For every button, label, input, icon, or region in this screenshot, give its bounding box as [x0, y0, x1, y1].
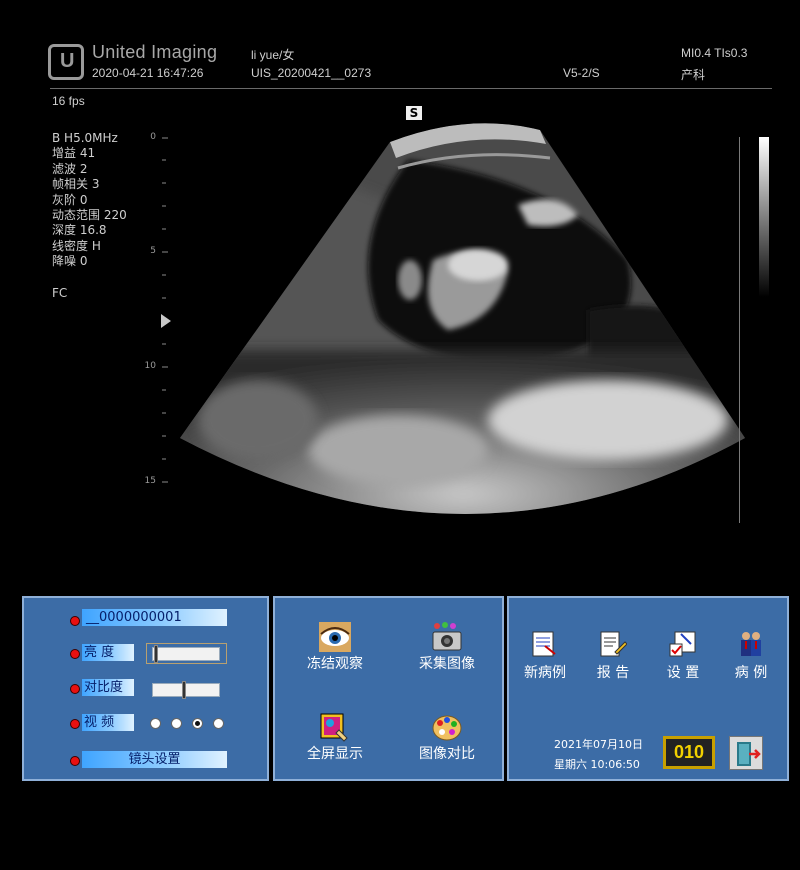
- frame-rate: 16 fps: [52, 94, 85, 108]
- param-line: 增益 41: [52, 146, 96, 161]
- compare-button[interactable]: 图像对比: [415, 712, 479, 762]
- brightness-frame: [146, 643, 227, 664]
- cases-label: 病 例: [734, 665, 768, 681]
- image-counter: 010: [663, 736, 715, 769]
- brightness-knob[interactable]: [154, 645, 158, 663]
- eye-icon: [319, 622, 351, 652]
- param-line: 动态范围 220: [52, 208, 127, 223]
- settings-check-icon: [669, 631, 696, 657]
- exit-door-icon: [737, 742, 761, 766]
- case-actions-panel: 新病例 报 告 设 置 病 例 2021年07月10日 星期六 10:06:50: [507, 596, 789, 781]
- indicator-light: [70, 756, 80, 766]
- depth-label: 5: [150, 246, 156, 256]
- freeze-label: 冻结观察: [307, 656, 363, 672]
- cases-button[interactable]: 病 例: [725, 630, 777, 681]
- depth-label: 10: [144, 361, 156, 371]
- grayscale-bar: [759, 137, 769, 297]
- ultrasound-image[interactable]: [178, 120, 748, 525]
- new-document-icon: [532, 631, 556, 657]
- scan-parameters: B H5.0MHz 增益 41 滤波 2 帧相关 3 灰阶 0 动态范围 220…: [52, 131, 127, 270]
- param-line: 深度 16.8: [52, 223, 107, 238]
- param-line: 滤波 2: [52, 161, 88, 176]
- image-control-panel: __0000000001 亮 度 对比度 视 频 镜头设置: [22, 596, 269, 781]
- united-imaging-logo-icon: U: [48, 44, 84, 80]
- fc-label: FC: [52, 286, 68, 300]
- indicator-light: [70, 719, 80, 729]
- system-date: 2021年07月10日: [554, 738, 643, 751]
- new-case-button[interactable]: 新病例: [519, 630, 571, 681]
- lens-settings-button[interactable]: 镜头设置: [82, 751, 227, 768]
- focus-marker-icon[interactable]: [161, 314, 171, 328]
- picture-frame-icon: [320, 713, 348, 742]
- report-label: 报 告: [596, 665, 630, 681]
- video-radio-4[interactable]: [213, 718, 224, 729]
- depth-line: [739, 137, 740, 523]
- settings-button[interactable]: 设 置: [657, 630, 709, 681]
- capture-button[interactable]: 采集图像: [415, 622, 479, 672]
- patient-name: li yue/女: [251, 48, 295, 62]
- department: 产科: [681, 68, 706, 82]
- new-case-label: 新病例: [524, 665, 566, 681]
- video-radio-2[interactable]: [171, 718, 182, 729]
- brightness-slider[interactable]: [152, 645, 220, 663]
- contrast-label: 对比度: [82, 679, 134, 696]
- people-icon: [741, 632, 761, 656]
- video-radio-3[interactable]: [192, 718, 203, 729]
- orientation-marker: S: [406, 106, 422, 120]
- header-divider: [50, 88, 772, 89]
- exam-datetime: 2020-04-21 16:47:26: [92, 66, 204, 80]
- contrast-knob[interactable]: [182, 681, 186, 699]
- video-label: 视 频: [82, 714, 134, 731]
- freeze-button[interactable]: 冻结观察: [303, 622, 367, 672]
- indicator-light: [70, 684, 80, 694]
- palette-icon: [432, 715, 462, 741]
- depth-label: 0: [150, 132, 156, 142]
- indicator-light: [70, 649, 80, 659]
- settings-label: 设 置: [666, 665, 700, 681]
- param-line: 降噪 0: [52, 254, 88, 269]
- fullscreen-button[interactable]: 全屏显示: [303, 712, 367, 762]
- indicator-light: [70, 616, 80, 626]
- brightness-label: 亮 度: [82, 644, 134, 661]
- exit-button[interactable]: [729, 736, 763, 770]
- probe-name: V5-2/S: [563, 66, 600, 80]
- fullscreen-label: 全屏显示: [307, 746, 363, 762]
- param-line: B H5.0MHz: [52, 131, 118, 145]
- video-radio-1[interactable]: [150, 718, 161, 729]
- depth-label: 15: [144, 476, 156, 486]
- image-tools-panel: 冻结观察 采集图像 全屏显示 图像对比: [273, 596, 504, 781]
- mi-ti-readout: MI0.4 TIs0.3: [681, 46, 748, 60]
- compare-label: 图像对比: [419, 746, 475, 762]
- param-line: 线密度 H: [52, 238, 101, 253]
- report-icon: [600, 631, 627, 657]
- contrast-slider[interactable]: [152, 681, 220, 699]
- exam-id: UIS_20200421__0273: [251, 66, 372, 80]
- capture-label: 采集图像: [419, 656, 475, 672]
- param-line: 帧相关 3: [52, 177, 100, 192]
- brand-name: United Imaging: [92, 42, 218, 62]
- param-line: 灰阶 0: [52, 192, 88, 207]
- camera-icon: [432, 622, 462, 651]
- system-time: 星期六 10:06:50: [554, 758, 640, 771]
- report-button[interactable]: 报 告: [587, 630, 639, 681]
- preset-field[interactable]: __0000000001: [82, 609, 227, 626]
